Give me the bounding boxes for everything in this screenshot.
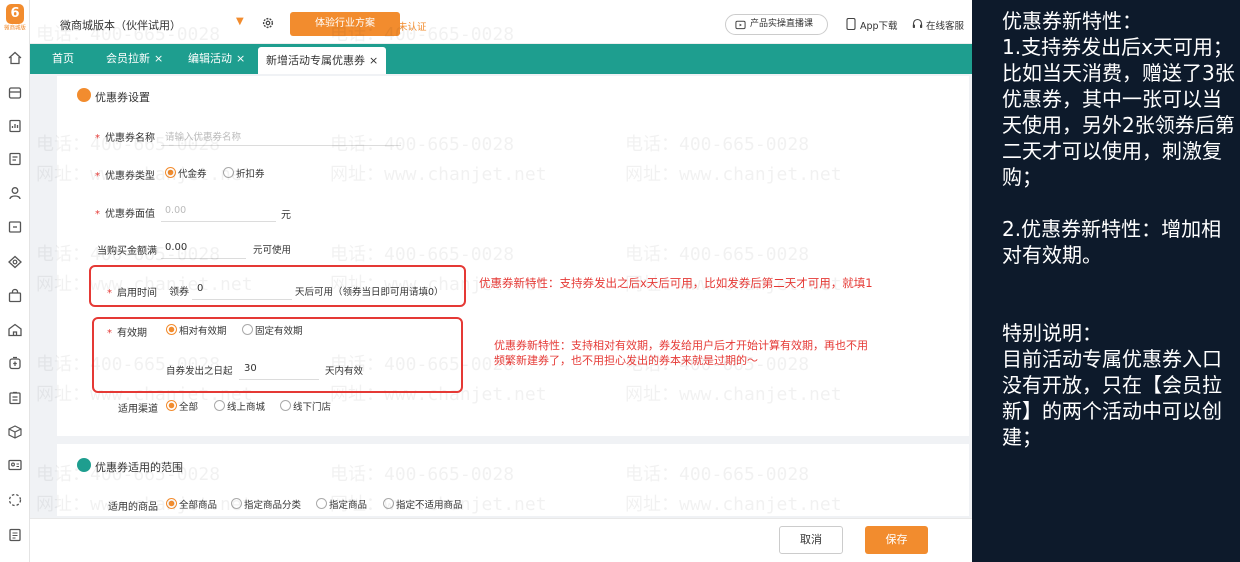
face-value-unit: 元: [281, 210, 291, 221]
finance-icon[interactable]: [7, 355, 23, 371]
shop-icon[interactable]: [7, 322, 23, 338]
coupon-icon[interactable]: [7, 219, 23, 235]
section-title: 优惠券设置: [95, 91, 150, 104]
start-time-annotation: 优惠券新特性：支持券发出之后x天后可用，比如发券后第二天才可用，就填1: [479, 276, 873, 290]
chevron-down-icon[interactable]: ▼: [236, 16, 244, 27]
explanation-text: 优惠券新特性： 1.支持券发出后x天可用；比如当天消费，赠送了3张优惠券，其中一…: [1002, 9, 1235, 449]
radio-channel-online[interactable]: 线上商城: [214, 399, 265, 413]
loading-icon[interactable]: [7, 492, 23, 508]
validity-annotation-line2: 频繁新建券了，也不用担心发出的券本来就是过期的～: [494, 354, 758, 367]
online-service-label: 在线客服: [926, 21, 965, 32]
member-icon[interactable]: [7, 185, 23, 201]
face-value-underline: [161, 221, 276, 222]
section-divider: [57, 436, 969, 444]
logo-name: 微商城版: [4, 24, 26, 32]
close-icon[interactable]: ×: [369, 54, 378, 67]
explanation-panel: 优惠券新特性： 1.支持券发出后x天可用；比如当天消费，赠送了3张优惠券，其中一…: [972, 0, 1240, 562]
start-time-highlight: [89, 265, 466, 307]
tab-member-acquisition[interactable]: 会员拉新 ×: [106, 44, 163, 74]
goods-label: 适用的商品: [108, 502, 158, 513]
face-value-input[interactable]: 0.00: [165, 205, 186, 216]
clipboard-icon[interactable]: [7, 390, 23, 406]
phone-icon: [846, 18, 856, 30]
document-icon[interactable]: [7, 527, 23, 543]
coupon-name-label: * 优惠券名称: [95, 133, 155, 144]
radio-channel-all[interactable]: 全部: [166, 399, 198, 413]
threshold-input[interactable]: 0.00: [165, 242, 187, 253]
tab-label: 编辑活动: [188, 52, 232, 65]
app-download-label: App下载: [860, 21, 898, 32]
tab-bar: 首页 会员拉新 × 编辑活动 × 新增活动专属优惠券 ×: [30, 44, 972, 74]
headset-icon: [912, 18, 923, 28]
topbar: 微商城版本（伙伴试用） ▼ 体验行业方案 未认证 产品实操直播课 App下载 在…: [30, 0, 972, 44]
coupon-type-label: * 优惠券类型: [95, 171, 155, 182]
radio-specific-goods[interactable]: 指定商品: [316, 497, 367, 511]
coupon-name-input[interactable]: 请输入优惠券名称: [165, 129, 241, 143]
tab-home[interactable]: 首页: [52, 44, 74, 74]
section-title: 优惠券适用的范围: [95, 461, 183, 474]
orders-icon[interactable]: [7, 151, 23, 167]
threshold-underline: [161, 258, 246, 259]
trial-solution-button[interactable]: 体验行业方案: [290, 12, 400, 36]
section-coupon-settings: 优惠券设置: [77, 88, 150, 105]
save-button[interactable]: 保存: [865, 526, 928, 554]
scope-icon: [77, 458, 91, 472]
app-window: 6 微商城版 微商城版本（伙伴试用） ▼ 体验行业方案 未认证 产品实操直播课 …: [0, 0, 972, 562]
section-coupon-scope: 优惠券适用的范围: [77, 458, 183, 475]
coupon-name-underline: [161, 145, 401, 146]
tab-label: 新增活动专属优惠券: [266, 54, 365, 67]
live-course-button[interactable]: 产品实操直播课: [725, 14, 828, 35]
close-icon[interactable]: ×: [236, 52, 245, 65]
validity-annotation-line1: 优惠券新特性：支持相对有效期，券发给用户后才开始计算有效期，再也不用: [494, 339, 868, 352]
tab-new-activity-coupon[interactable]: 新增活动专属优惠券 ×: [258, 47, 387, 74]
sidebar: 6 微商城版: [0, 0, 30, 562]
brand-logo[interactable]: 6 微商城版: [0, 4, 30, 38]
id-card-icon[interactable]: [7, 457, 23, 473]
home-icon[interactable]: [7, 50, 23, 66]
marketing-icon[interactable]: [7, 254, 23, 270]
store-icon[interactable]: [7, 85, 23, 101]
radio-goods-category[interactable]: 指定商品分类: [231, 497, 301, 511]
gear-icon[interactable]: [261, 16, 275, 30]
coupon-settings-icon: [77, 88, 91, 102]
radio-excluded-goods[interactable]: 指定不适用商品: [383, 497, 463, 511]
radio-cash-coupon[interactable]: 代金券: [165, 166, 207, 180]
threshold-suffix: 元可使用: [253, 245, 292, 256]
unverified-badge[interactable]: 未认证: [398, 19, 427, 33]
validity-highlight: [92, 317, 463, 393]
form-footer: 取消 保存: [30, 518, 972, 562]
radio-channel-offline[interactable]: 线下门店: [280, 399, 331, 413]
tab-label: 会员拉新: [106, 52, 150, 65]
radio-discount-coupon[interactable]: 折扣券: [223, 166, 265, 180]
tv-icon: [735, 20, 746, 30]
logo-mark: 6: [6, 4, 24, 24]
radio-all-goods[interactable]: 全部商品: [166, 497, 217, 511]
report-icon[interactable]: [7, 118, 23, 134]
version-selector[interactable]: 微商城版本（伙伴试用）: [60, 17, 181, 33]
close-icon[interactable]: ×: [154, 52, 163, 65]
online-service-link[interactable]: 在线客服: [912, 18, 964, 32]
channel-label: 适用渠道: [118, 404, 158, 415]
tab-edit-activity[interactable]: 编辑活动 ×: [188, 44, 245, 74]
threshold-label: 当购买金额满: [97, 246, 157, 257]
face-value-label: * 优惠券面值: [95, 209, 155, 220]
app-download-link[interactable]: App下载: [846, 18, 898, 32]
bag-icon[interactable]: [7, 288, 23, 304]
tab-label: 首页: [52, 52, 74, 65]
cancel-button[interactable]: 取消: [779, 526, 843, 554]
package-icon[interactable]: [7, 424, 23, 440]
live-course-label: 产品实操直播课: [750, 19, 814, 29]
